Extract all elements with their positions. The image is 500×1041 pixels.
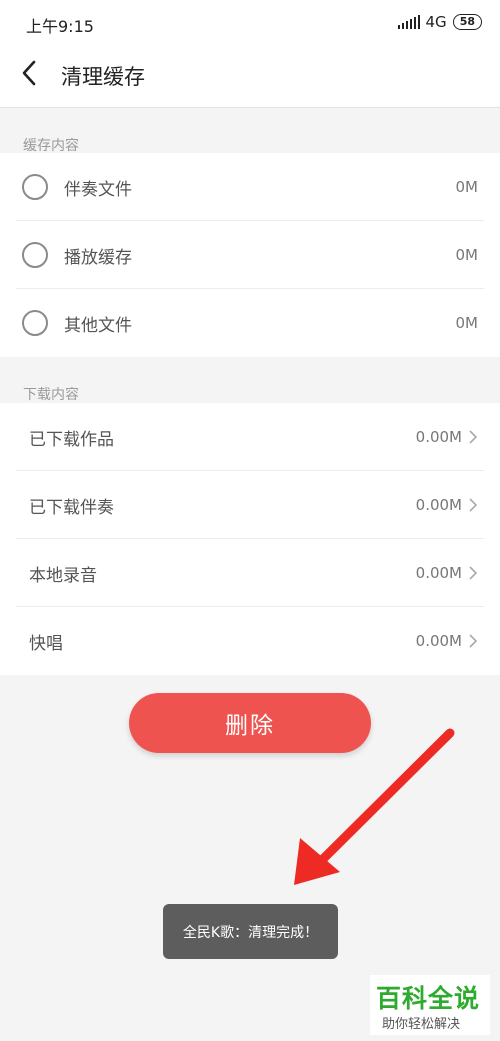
radio-icon[interactable] (22, 174, 48, 200)
nav-bar: 清理缓存 (0, 46, 500, 108)
list-item-label: 已下载作品 (29, 429, 114, 450)
watermark-title: 百科全说 (376, 984, 481, 1013)
list-item-size: 0M (455, 178, 479, 196)
list-item-label: 本地录音 (29, 565, 97, 586)
download-item-quick-sing[interactable]: 快唱 0.00M (0, 607, 500, 675)
list-item-label: 伴奏文件 (64, 179, 132, 200)
cache-item-other[interactable]: 其他文件 0M (0, 289, 500, 357)
battery-icon: 58 (452, 14, 482, 30)
list-item-label: 已下载伴奏 (29, 497, 114, 518)
chevron-right-icon (469, 498, 478, 512)
watermark-logo: 百科全说 助你轻松解决 (370, 975, 490, 1035)
download-section-label: 下载内容 (23, 387, 79, 403)
download-item-accompaniment[interactable]: 已下载伴奏 0.00M (0, 471, 500, 539)
list-item-size: 0M (455, 246, 479, 264)
network-type: 4G (425, 13, 447, 31)
list-item-size: 0M (455, 314, 479, 332)
page-title: 清理缓存 (61, 65, 145, 89)
chevron-right-icon (469, 634, 478, 648)
status-bar: 上午9:15 4G 58 (0, 0, 500, 46)
download-list: 已下载作品 0.00M 已下载伴奏 0.00M 本地录音 0.00M 快唱 0.… (0, 403, 500, 675)
radio-icon[interactable] (22, 242, 48, 268)
status-indicators: 4G 58 (397, 13, 482, 31)
list-item-size: 0.00M (415, 496, 462, 514)
status-time: 上午9:15 (26, 17, 94, 36)
list-item-size: 0.00M (415, 632, 462, 650)
chevron-right-icon (469, 430, 478, 444)
toast-message: 全民K歌：清理完成！ (163, 904, 338, 959)
list-item-label: 快唱 (29, 633, 63, 654)
download-item-works[interactable]: 已下载作品 0.00M (0, 403, 500, 471)
chevron-left-icon[interactable] (16, 58, 46, 88)
list-item-label: 播放缓存 (64, 247, 132, 268)
chevron-right-icon (469, 566, 478, 580)
watermark-subtitle: 助你轻松解决 (382, 1017, 461, 1032)
list-item-label: 其他文件 (64, 315, 132, 336)
delete-button[interactable]: 删除 (129, 693, 371, 753)
radio-icon[interactable] (22, 310, 48, 336)
cache-item-playback[interactable]: 播放缓存 0M (0, 221, 500, 289)
cache-item-accompaniment[interactable]: 伴奏文件 0M (0, 153, 500, 221)
cache-section-label: 缓存内容 (23, 138, 79, 154)
signal-icon (397, 15, 420, 29)
list-item-size: 0.00M (415, 428, 462, 446)
download-item-local-recording[interactable]: 本地录音 0.00M (0, 539, 500, 607)
cache-list: 伴奏文件 0M 播放缓存 0M 其他文件 0M (0, 153, 500, 357)
list-item-size: 0.00M (415, 564, 462, 582)
